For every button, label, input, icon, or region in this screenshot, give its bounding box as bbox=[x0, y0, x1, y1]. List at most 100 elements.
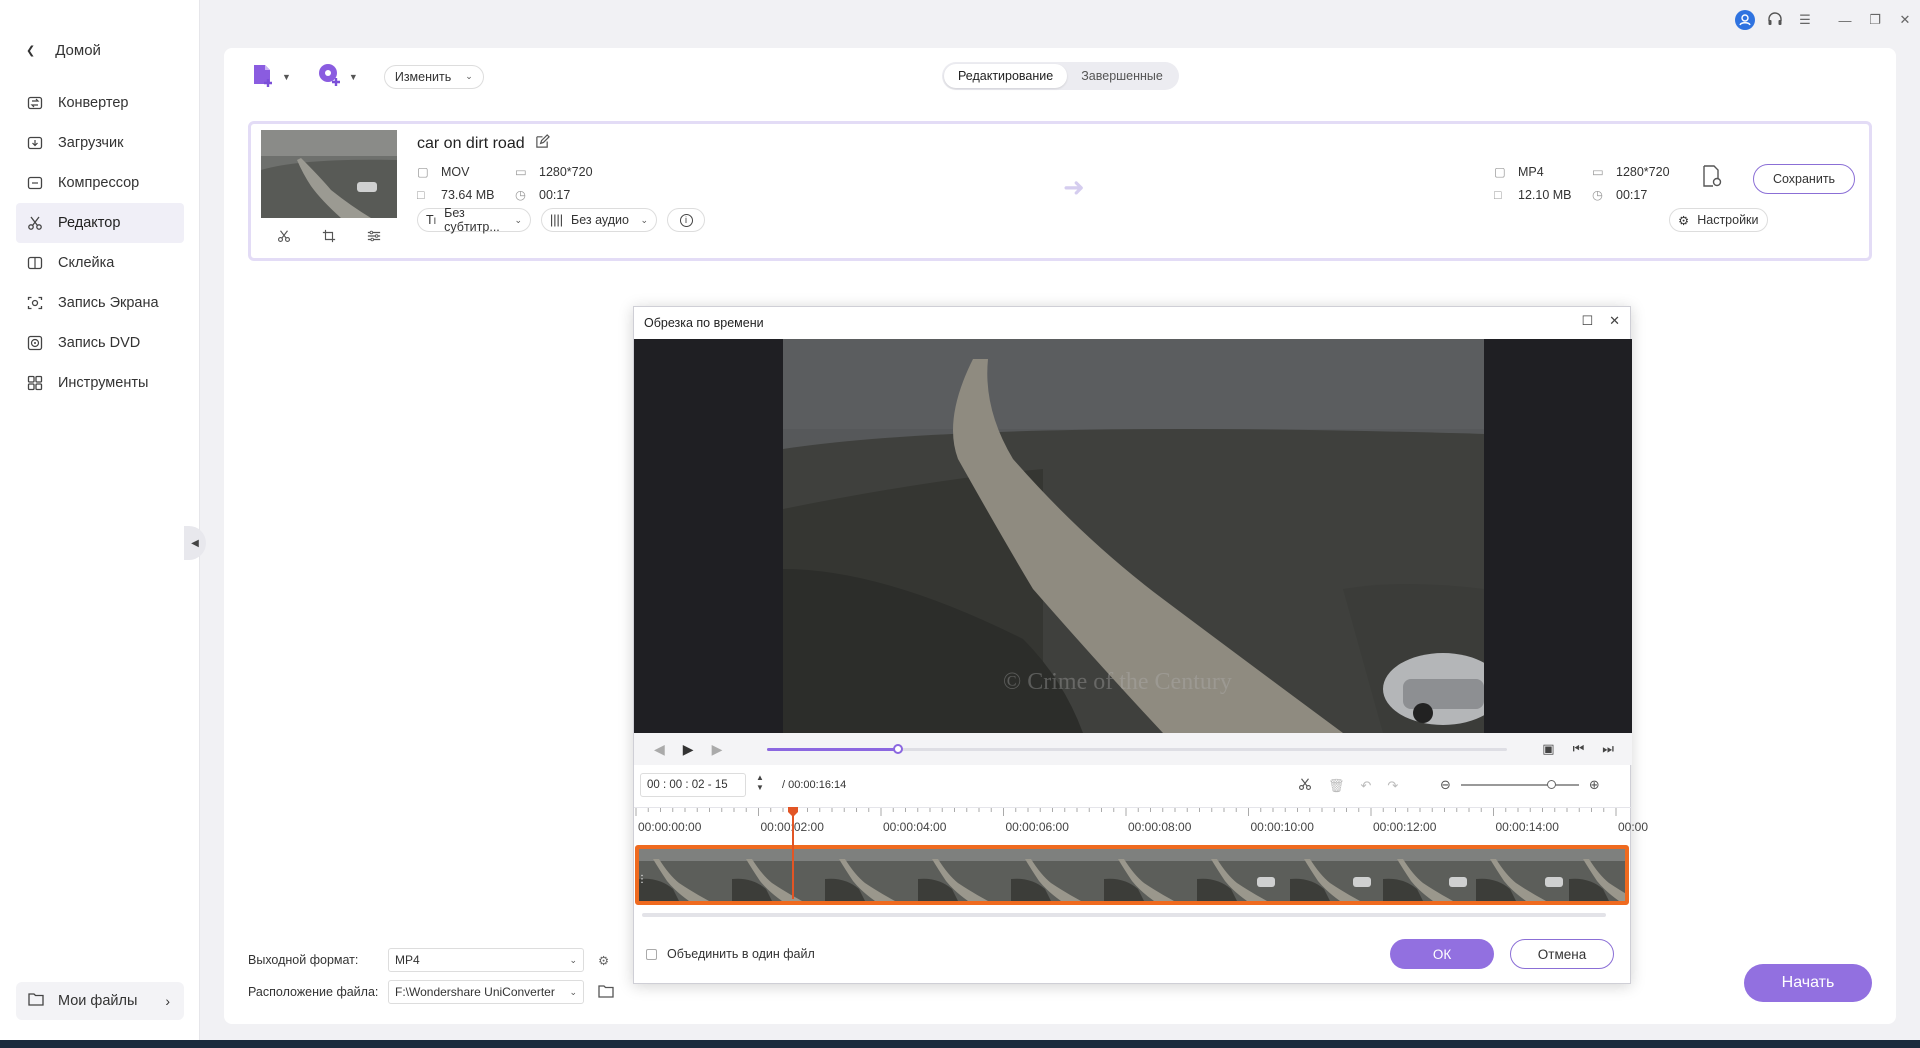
subtitle-select[interactable]: TI Без субтитр... ⌄ bbox=[417, 206, 531, 234]
menu-icon[interactable]: ☰ bbox=[1790, 12, 1820, 28]
account-icon[interactable] bbox=[1730, 10, 1760, 30]
sidebar-item-converter[interactable]: Конвертер bbox=[16, 83, 184, 123]
chevron-left-icon: ◀ bbox=[191, 537, 199, 549]
audio-select-label: Без аудио bbox=[571, 213, 629, 227]
total-duration: / 00:00:16:14 bbox=[782, 779, 847, 791]
dvd-icon bbox=[26, 334, 44, 352]
sidebar: ❮ Домой Конвертер Загрузчик Компрессор Р… bbox=[0, 0, 200, 1040]
clip-frame bbox=[732, 849, 825, 901]
timecode-stepper[interactable]: ▲ ▼ bbox=[756, 773, 764, 793]
video-preview[interactable]: © Crime of the Century bbox=[634, 339, 1632, 733]
audio-wave-icon: ⁠|||| bbox=[550, 213, 563, 227]
video-frame: © Crime of the Century bbox=[783, 339, 1484, 733]
edit-name-icon[interactable] bbox=[535, 134, 550, 154]
preview-mode-icon[interactable]: ▣ bbox=[1542, 741, 1554, 757]
audio-select[interactable]: ⁠|||| Без аудио ⌄ bbox=[541, 208, 657, 232]
trim-start-handle[interactable]: ⋮ bbox=[639, 873, 647, 887]
effects-icon[interactable] bbox=[367, 229, 381, 246]
cancel-button[interactable]: Отмена bbox=[1510, 939, 1614, 969]
timeline-ruler[interactable]: 00:00:00:0000:00:02:0000:00:04:0000:00:0… bbox=[634, 807, 1648, 843]
main-toolbar: ▼ ▼ Изменить ⌄ bbox=[250, 62, 484, 91]
add-file-button[interactable]: ▼ bbox=[250, 62, 291, 91]
jump-start-icon[interactable]: ⏮ bbox=[1573, 741, 1585, 757]
tab-finished[interactable]: Завершенные bbox=[1067, 64, 1177, 88]
folder-open-icon[interactable] bbox=[598, 984, 614, 1001]
clip-frame bbox=[918, 849, 1011, 901]
my-files-button[interactable]: Мои файлы › bbox=[16, 982, 184, 1020]
source-duration: ◷ 00:17 bbox=[515, 187, 615, 203]
start-button[interactable]: Начать bbox=[1744, 964, 1872, 1002]
sidebar-item-dvd[interactable]: Запись DVD bbox=[16, 323, 184, 363]
output-format-select[interactable]: MP4 ⌄ bbox=[388, 948, 584, 972]
settings-button[interactable]: ⚙ Настройки bbox=[1669, 208, 1768, 232]
dialog-controls: ☐ ✕ bbox=[1581, 313, 1620, 329]
zoom-knob[interactable] bbox=[1546, 780, 1556, 789]
text-icon: TI bbox=[426, 213, 437, 227]
prev-frame-icon[interactable]: ◀‎ bbox=[654, 741, 665, 758]
sidebar-item-label: Запись Экрана bbox=[58, 295, 159, 311]
target-size-value: 12.10 MB bbox=[1518, 187, 1572, 202]
edit-select[interactable]: Изменить ⌄ bbox=[383, 64, 484, 89]
home-link[interactable]: ❮ Домой bbox=[26, 42, 101, 59]
support-icon[interactable] bbox=[1760, 12, 1790, 28]
sidebar-item-merge[interactable]: Склейка bbox=[16, 243, 184, 283]
sidebar-item-editor[interactable]: Редактор bbox=[16, 203, 184, 243]
ruler-label: 00:00:06:00 bbox=[1005, 820, 1069, 834]
minimize-icon[interactable]: — bbox=[1830, 13, 1860, 28]
file-location-select[interactable]: F:\Wondershare UniConverter ⌄ bbox=[388, 980, 584, 1004]
trim-end-handle[interactable]: ⋮ bbox=[1621, 873, 1625, 887]
sidebar-item-label: Инструменты bbox=[58, 375, 149, 391]
target-duration-value: 00:17 bbox=[1616, 187, 1648, 202]
sidebar-item-tools[interactable]: Инструменты bbox=[16, 363, 184, 403]
merge-checkbox[interactable] bbox=[646, 948, 657, 960]
undo-icon[interactable]: ↶ bbox=[1361, 778, 1372, 794]
redo-icon[interactable]: ↷ bbox=[1387, 778, 1398, 794]
target-duration: ◷ 00:17 bbox=[1592, 187, 1692, 203]
options-row: TI Без субтитр... ⌄ ⁠|||| Без аудио ⌄ i bbox=[417, 206, 705, 234]
crop-icon[interactable] bbox=[322, 229, 336, 246]
chevron-down-icon: ⌄ bbox=[569, 954, 577, 965]
zoom-slider[interactable] bbox=[1460, 780, 1579, 789]
close-icon[interactable]: ✕ bbox=[1609, 313, 1620, 329]
delete-icon[interactable]: 🗑 bbox=[1328, 778, 1345, 794]
restore-icon[interactable]: ❐ bbox=[1860, 12, 1890, 28]
trim-clip[interactable]: ⋮ ⋮ bbox=[635, 845, 1629, 905]
jump-end-icon[interactable]: ⏭ bbox=[1602, 741, 1614, 757]
ok-button[interactable]: ОК bbox=[1390, 939, 1494, 969]
playback-right-controls: ▣ ⏮ ⏭ bbox=[1542, 741, 1614, 757]
next-frame-icon[interactable]: ▶ bbox=[712, 741, 723, 758]
clip-frame bbox=[1290, 849, 1383, 901]
sidebar-item-compressor[interactable]: Компрессор bbox=[16, 163, 184, 203]
format-settings-icon[interactable] bbox=[1701, 164, 1723, 191]
progress-knob[interactable] bbox=[892, 744, 903, 754]
ruler-label: 00:00:12:00 bbox=[1373, 820, 1437, 834]
timeline-scrollbar[interactable] bbox=[642, 913, 1606, 917]
sidebar-item-label: Склейка bbox=[58, 255, 115, 271]
sidebar-item-downloader[interactable]: Загрузчик bbox=[16, 123, 184, 163]
playhead-line[interactable] bbox=[792, 807, 794, 899]
info-button[interactable]: i bbox=[667, 208, 705, 232]
target-meta: ▢ MP4 ▭ 1280*720 □ 12.10 MB ◷ 00:17 bbox=[1494, 164, 1692, 203]
cut-icon[interactable] bbox=[1298, 777, 1312, 794]
add-dvd-button[interactable]: ▼ bbox=[317, 62, 358, 91]
caret-down-icon: ▼ bbox=[348, 71, 358, 82]
sidebar-item-screen-record[interactable]: Запись Экрана bbox=[16, 283, 184, 323]
close-icon[interactable]: ✕ bbox=[1890, 12, 1920, 28]
progress-bar[interactable] bbox=[767, 744, 1507, 754]
maximize-icon[interactable]: ☐ bbox=[1581, 313, 1593, 329]
zoom-in-icon[interactable]: ⊕ bbox=[1589, 777, 1600, 793]
output-settings-icon[interactable]: ⚙ bbox=[598, 953, 609, 968]
timecode-input[interactable]: 00 : 00 : 02 - 15 bbox=[640, 773, 746, 797]
zoom-out-icon[interactable]: ⊖ bbox=[1440, 777, 1451, 793]
merge-option[interactable]: Объединить в один файл bbox=[646, 947, 815, 961]
sidebar-collapse-button[interactable]: ◀ bbox=[184, 526, 206, 560]
clip-frame bbox=[639, 849, 732, 901]
clock-icon: ◷ bbox=[1592, 188, 1603, 202]
tab-editing[interactable]: Редактирование bbox=[944, 64, 1068, 88]
play-icon[interactable]: ▶ bbox=[683, 741, 694, 758]
trim-icon[interactable] bbox=[277, 229, 291, 246]
sidebar-item-label: Загрузчик bbox=[58, 135, 124, 151]
video-thumbnail[interactable] bbox=[261, 130, 397, 218]
output-format-value: MP4 bbox=[395, 953, 420, 967]
save-button[interactable]: Сохранить bbox=[1753, 164, 1855, 194]
